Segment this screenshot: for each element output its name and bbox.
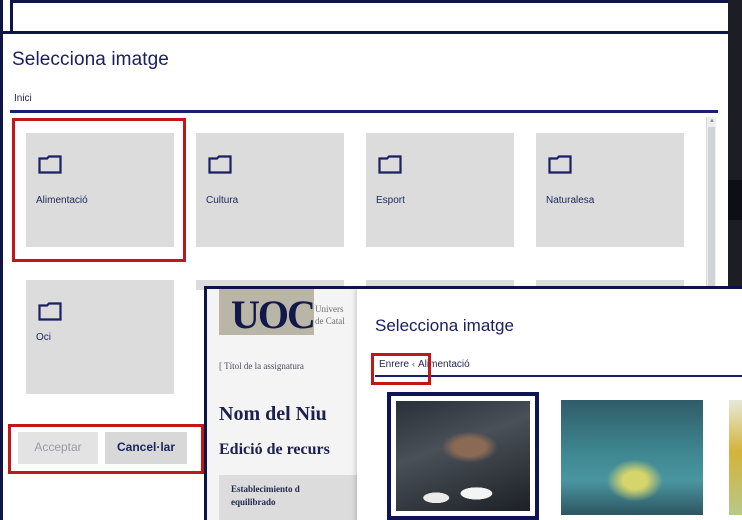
background-course-page: UOC Univers de Catal [ Títol de la assig… [207,289,359,520]
folder-tile-cultura[interactable]: Cultura [196,133,344,247]
breadcrumb-home[interactable]: Inici [14,93,32,104]
highlight-box-back [371,353,431,385]
dialog-title: Selecciona imatge [12,49,169,70]
folder-tile-naturalesa[interactable]: Naturalesa [536,133,684,247]
image-thumbnail-drink[interactable] [561,400,703,515]
dialog-title: Selecciona imatge [375,316,514,335]
university-name: Univers de Catal [315,304,345,326]
uoc-logo: UOC [219,289,314,335]
overlay-screenshot: UOC Univers de Catal [ Títol de la assig… [204,286,742,520]
highlight-box-folder [12,118,186,262]
window-frame-left [0,0,3,520]
folder-label: Esport [376,195,405,206]
folder-label: Naturalesa [546,195,595,206]
frame-right-segment [728,180,742,220]
highlight-box-buttons [8,424,204,474]
folder-label: Cultura [206,195,239,206]
folder-icon [208,155,232,174]
card-text: Establecimiento d equilibrado [231,484,300,507]
folder-tile-esport[interactable]: Esport [366,133,514,247]
folder-tile-oci[interactable]: Oci [26,280,174,394]
folder-icon [38,302,62,321]
chef-plating-image [396,401,530,511]
breadcrumb-divider [10,110,718,113]
image-thumbnail-selected[interactable] [387,392,539,520]
window-frame-inner [10,0,742,31]
edicio-heading: Edició de recurs [219,441,330,458]
folder-icon [548,155,572,174]
image-thumbnail-partial[interactable] [729,400,742,515]
course-title: [ Títol de la assignatura [219,361,304,371]
folder-icon [378,155,402,174]
logo-text: UOC [231,292,314,335]
scroll-up-arrow-icon[interactable]: ▲ [709,118,715,124]
content-card: Establecimiento d equilibrado [219,475,359,520]
window-frame-top [0,0,742,34]
image-picker-dialog-inner: Selecciona imatge Enrere ‹ Alimentació [357,289,742,520]
folder-label: Oci [36,332,51,343]
niu-title: Nom del Niu [219,403,327,425]
